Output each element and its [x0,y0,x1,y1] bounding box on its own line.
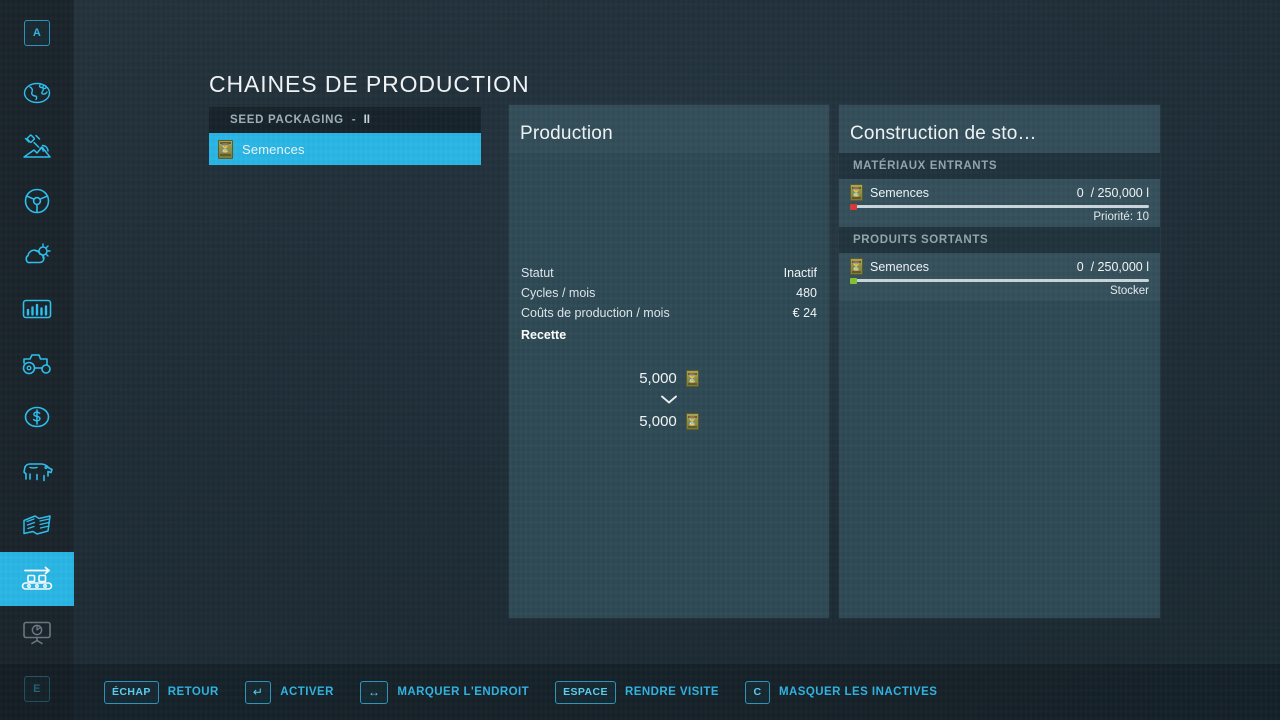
sidebar-item-contracts[interactable] [0,498,74,552]
seed-bag-icon: ⏳ [850,184,863,201]
sidebar-item-statistics[interactable] [0,282,74,336]
weather-cloud-sun-icon [21,240,53,270]
recipe-diagram: 5,000 ⏳ 5,000 ⏳ [509,370,829,430]
hint-label: MASQUER LES INACTIVES [778,686,938,698]
storage-row-amount: 0 / 250,000 l [1076,259,1149,274]
storage-row-priority: Priorité: 10 [1093,211,1149,223]
stat-key: Statut [521,266,554,280]
keycap-space: ESPACE [555,680,616,704]
storage-row-incoming-semences[interactable]: ⏳ Semences 0 / 250,000 l Priorité: 10 [839,179,1160,227]
status-dot-green [850,277,857,284]
sidebar-key-prev[interactable]: A [0,20,74,46]
chain-group-name: SEED PACKAGING [230,114,344,126]
storage-row-action: Stocker [1110,285,1149,297]
hint-label: RENDRE VISITE [624,686,719,698]
hint-activer[interactable]: ↵ ACTIVER [244,680,334,704]
keycap-arrows: ↔ [359,680,389,704]
sidebar-item-weather[interactable] [0,228,74,282]
dollar-coin-icon [22,404,52,430]
recipe-input-amount: 5,000 [639,370,677,387]
chain-group-separator: - [351,114,356,126]
stat-row-statut: Statut Inactif [509,263,829,283]
stat-row-couts: Coûts de production / mois € 24 [509,303,829,323]
seed-bag-icon: ⏳ [685,370,699,387]
storage-row-name: Semences [870,259,930,274]
chain-row-label: Semences [242,141,305,157]
storage-panel-title: Construction de sto… [850,123,1037,144]
bar-chart-icon [21,296,53,322]
presentation-icon [21,619,53,647]
storage-row-name: Semences [870,185,930,200]
seed-bag-icon: ⏳ [850,258,863,275]
stat-key: Cycles / mois [521,286,596,300]
storage-row-top: ⏳ Semences 0 / 250,000 l [850,184,1149,201]
conveyor-belt-icon [19,565,55,593]
status-dot-red [850,203,857,210]
globe-map-icon [22,78,52,108]
hint-label: ACTIVER [280,686,334,698]
section-header-outgoing: PRODUITS SORTANTS [839,227,1160,253]
production-panel: Production Statut Inactif Cycles / mois … [509,105,829,618]
hint-retour[interactable]: ÉCHAP RETOUR [104,680,219,704]
storage-row-top: ⏳ Semences 0 / 250,000 l [850,258,1149,275]
chevron-down-icon [660,392,678,410]
section-header-incoming: MATÉRIAUX ENTRANTS [839,153,1160,179]
sidebar-item-list [0,66,74,660]
hint-label: RETOUR [167,686,219,698]
sidebar-item-terrain[interactable] [0,120,74,174]
recipe-heading: Recette [521,328,567,342]
sidebar-item-presentation[interactable] [0,606,74,660]
storage-sections: MATÉRIAUX ENTRANTS ⏳ Semences 0 / 250,00… [839,153,1160,301]
chain-group-header: SEED PACKAGING - II [209,107,481,133]
stat-key: Coûts de production / mois [521,306,670,320]
hint-marquer-lendroit[interactable]: ↔ MARQUER L'ENDROIT [359,680,530,704]
seed-bag-icon: ⏳ [685,413,699,430]
storage-fill-bar [850,277,1149,284]
recipe-input: 5,000 ⏳ [639,370,699,387]
footer-hint-bar: ÉCHAP RETOUR ↵ ACTIVER ↔ MARQUER L'ENDRO… [0,664,1280,720]
sidebar-item-animals[interactable] [0,444,74,498]
game-screen: A CHAINES DE PRODUCTION SEED PACKAGING -… [0,0,1280,720]
chain-group-level: II [363,114,370,126]
chain-row-semences[interactable]: ⏳ Semences [209,133,481,165]
satellite-terrain-icon [21,131,53,163]
storage-row-outgoing-semences[interactable]: ⏳ Semences 0 / 250,000 l Stocker [839,253,1160,301]
keycap-c: C [744,680,770,704]
sidebar-item-map[interactable] [0,66,74,120]
hint-label: MARQUER L'ENDROIT [397,686,530,698]
sidebar-item-machinery[interactable] [0,336,74,390]
keycap-enter: ↵ [244,680,272,704]
tractor-icon [20,350,54,376]
storage-panel: Construction de sto… MATÉRIAUX ENTRANTS … [839,105,1160,618]
recipe-output: 5,000 ⏳ [639,413,699,430]
sidebar-item-finances[interactable] [0,390,74,444]
production-chain-list: SEED PACKAGING - II ⏳ Semences [209,107,481,165]
sidebar-item-vehicles[interactable] [0,174,74,228]
stat-value: € 24 [792,306,817,320]
hint-masquer-les-inactives[interactable]: C MASQUER LES INACTIVES [744,680,938,704]
hint-rendre-visite[interactable]: ESPACE RENDRE VISITE [555,680,719,704]
stat-value: Inactif [783,266,817,280]
stat-value: 480 [796,286,817,300]
steering-wheel-icon [22,186,52,216]
storage-row-amount: 0 / 250,000 l [1076,185,1149,200]
keycap-a: A [24,20,50,46]
sidebar-item-productions[interactable] [0,552,74,606]
contracts-icon [21,512,53,538]
production-stats: Statut Inactif Cycles / mois 480 Coûts d… [509,263,829,430]
cow-icon [20,458,54,484]
stat-row-cycles: Cycles / mois 480 [509,283,829,303]
storage-fill-bar [850,203,1149,210]
keycap-escape: ÉCHAP [104,680,159,704]
page-title: CHAINES DE PRODUCTION [209,71,530,97]
recipe-output-amount: 5,000 [639,413,677,430]
seed-bag-icon: ⏳ [218,139,233,159]
production-panel-title: Production [520,123,613,144]
